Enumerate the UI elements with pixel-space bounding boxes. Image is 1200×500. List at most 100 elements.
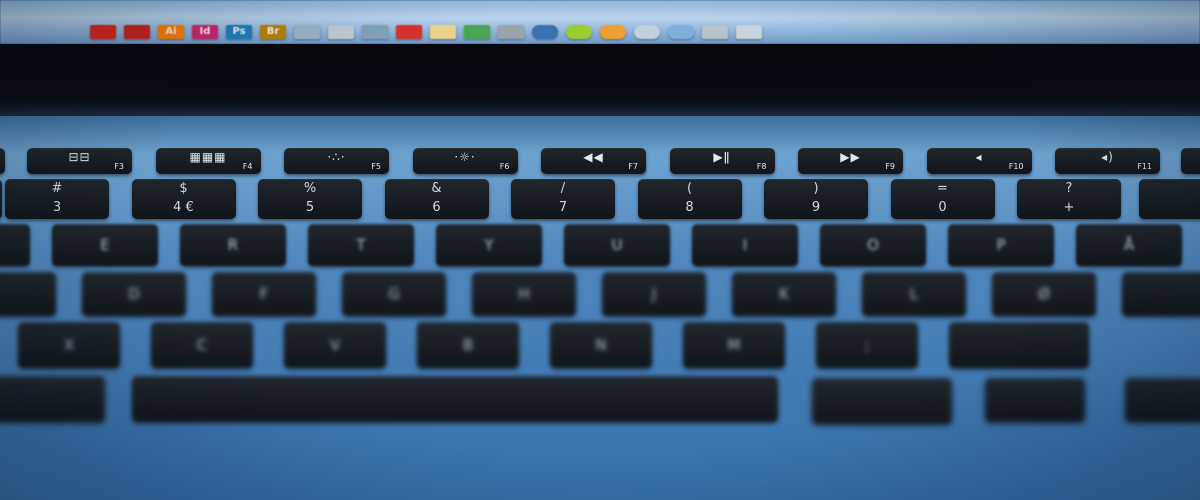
fn-key-f3[interactable]: ⊟⊟ F3: [27, 148, 132, 174]
number-key[interactable]: #3: [5, 179, 109, 219]
letter-key-label: R: [227, 236, 239, 254]
letter-key-label: Ø: [1038, 285, 1050, 303]
arrow-key-right[interactable]: [1125, 378, 1200, 422]
letter-key[interactable]: J: [602, 272, 706, 316]
number-key[interactable]: % 5: [258, 179, 362, 219]
letter-key-partial-right[interactable]: [949, 322, 1089, 368]
letter-key[interactable]: Ø: [992, 272, 1096, 316]
fn-key-f4[interactable]: ▦▦▦ F4: [155, 148, 261, 174]
letter-key[interactable]: N: [550, 322, 652, 368]
letter-key-label: E: [100, 236, 110, 254]
letter-key-label: P: [996, 236, 1006, 254]
letter-key[interactable]: P: [948, 224, 1054, 266]
number-key-label: 6: [432, 200, 441, 215]
number-key[interactable]: = 0: [890, 179, 995, 219]
app-blue-icon: [668, 25, 694, 39]
letter-key[interactable]: U: [564, 224, 670, 266]
letter-key-label: N: [595, 336, 607, 354]
letter-key[interactable]: R: [180, 224, 286, 266]
letter-key-partial[interactable]: [0, 224, 30, 266]
fn-key-label: F9: [885, 162, 895, 171]
fn-key-partial[interactable]: [0, 148, 5, 174]
browser-icon: [532, 25, 558, 39]
dock-bar: Ai Id Ps Br: [90, 22, 1190, 42]
arrow-key-left[interactable]: [985, 378, 1085, 422]
fn-key-f7[interactable]: ◀◀ F7: [541, 148, 646, 174]
number-key-shift-label: =: [937, 181, 948, 196]
letter-key-label: F: [259, 285, 269, 303]
number-key-partial-right[interactable]: [1139, 179, 1200, 219]
letter-key[interactable]: G: [342, 272, 446, 316]
letter-key[interactable]: O: [820, 224, 926, 266]
number-key-label: 8: [685, 200, 694, 215]
number-key-shift-label: #: [51, 181, 63, 196]
laptop-keyboard-photo: Ai Id Ps Br ⊟⊟ F3 ▦▦▦ F4 ·∴· F5 ·☼· F6 ◀◀ F7 ▶ǁ F8 ▶▶ F9…: [0, 0, 1200, 500]
letter-key-label: T: [356, 236, 366, 254]
settings-icon: [498, 25, 524, 39]
letter-key-partial-right[interactable]: [1122, 272, 1200, 316]
letter-key-label: K: [779, 285, 789, 303]
number-key[interactable]: $4 €: [131, 179, 236, 219]
letter-key[interactable]: E: [52, 224, 158, 266]
fn-key-f5[interactable]: ·∴· F5: [284, 148, 389, 174]
fn-key-label: F6: [499, 162, 510, 171]
letter-key[interactable]: M: [683, 322, 785, 368]
number-key[interactable]: (8: [637, 179, 742, 219]
letter-key[interactable]: Å: [1076, 224, 1182, 266]
number-key[interactable]: & 6: [384, 179, 489, 219]
photoshop-icon: Ps: [226, 25, 252, 39]
letter-key-label: L: [909, 285, 919, 303]
keyboard-deck: ⊟⊟ F3 ▦▦▦ F4 ·∴· F5 ·☼· F6 ◀◀ F7 ▶ǁ F8 ▶▶ F9 ◂ F10 ◂) F11…: [0, 116, 1200, 500]
letter-key-label: I: [742, 236, 748, 254]
number-key[interactable]: /7: [511, 179, 615, 219]
letter-key-label: Y: [484, 236, 494, 254]
space-bar[interactable]: [132, 376, 778, 422]
fn-key-f10[interactable]: ◂ F10: [926, 148, 1032, 174]
letter-key-label: D: [128, 285, 140, 303]
preview-icon: [362, 25, 388, 39]
letter-key[interactable]: ;: [816, 322, 918, 368]
number-key-shift-label: /: [560, 181, 566, 196]
letter-key[interactable]: H: [472, 272, 576, 316]
calendar-icon: [396, 25, 422, 39]
fn-key-label: F5: [371, 162, 381, 171]
letter-key[interactable]: F: [212, 272, 316, 316]
number-key-shift-label: &: [431, 181, 442, 196]
letter-key[interactable]: B: [417, 322, 519, 368]
number-key-label: 4 €: [173, 200, 194, 215]
letter-key-label: C: [196, 336, 208, 354]
fn-key-f11[interactable]: ◂) F11: [1055, 148, 1160, 174]
photos-icon: [702, 25, 728, 39]
number-key-shift-label: (: [686, 181, 693, 196]
number-key-partial[interactable]: [0, 179, 2, 219]
fn-key-f6[interactable]: ·☼· F6: [412, 148, 518, 174]
letter-key[interactable]: C: [151, 322, 253, 368]
number-key-label: +: [1063, 200, 1075, 215]
letter-key[interactable]: T: [308, 224, 414, 266]
laptop-screen-bottom: Ai Id Ps Br: [0, 0, 1200, 44]
letter-key[interactable]: I: [692, 224, 798, 266]
letter-key[interactable]: D: [82, 272, 186, 316]
letter-key[interactable]: Y: [436, 224, 542, 266]
letter-key[interactable]: L: [862, 272, 966, 316]
letter-key-label: G: [388, 285, 400, 303]
letter-key-partial[interactable]: [0, 272, 56, 316]
fn-key-f12-partial[interactable]: [1181, 148, 1200, 174]
fn-key-label: F3: [114, 162, 124, 171]
letter-key[interactable]: X: [18, 322, 120, 368]
letter-key[interactable]: V: [284, 322, 386, 368]
fn-key-f9[interactable]: ▶▶ F9: [798, 148, 903, 174]
letter-key-label: ;: [864, 336, 870, 354]
letter-key[interactable]: K: [732, 272, 836, 316]
numbers-icon: [464, 25, 490, 39]
illustrator-icon: Ai: [158, 25, 184, 39]
number-key-label: 3: [52, 200, 62, 215]
letter-key-label: M: [727, 336, 741, 354]
acrobat-reader-icon: [124, 25, 150, 39]
modifier-key-right[interactable]: [812, 378, 952, 424]
number-key[interactable]: ) 9: [764, 179, 868, 219]
fn-key-label: F7: [628, 162, 638, 171]
number-key[interactable]: ? +: [1017, 179, 1121, 219]
modifier-key-left[interactable]: [0, 376, 105, 422]
fn-key-f8[interactable]: ▶ǁ F8: [669, 148, 775, 174]
